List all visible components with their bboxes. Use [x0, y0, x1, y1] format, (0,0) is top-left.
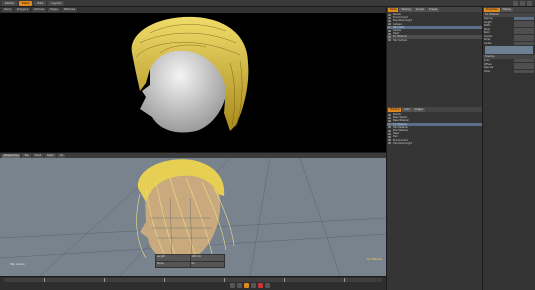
property-field[interactable] [514, 66, 534, 70]
tab-right[interactable]: Right [45, 153, 56, 158]
timeline-tick [164, 278, 165, 282]
tab-uv[interactable]: UV [57, 153, 66, 158]
visibility-icon[interactable] [388, 13, 391, 16]
tab-top[interactable]: Top [22, 153, 31, 158]
hud-label-length: Length [156, 255, 190, 261]
property-field[interactable] [514, 27, 534, 31]
visibility-icon[interactable] [388, 119, 391, 122]
visibility-icon[interactable] [388, 135, 391, 138]
tab-perspective[interactable]: Perspective [2, 153, 21, 158]
tab-display[interactable]: Display [500, 7, 514, 12]
property-field[interactable] [514, 24, 534, 28]
timeline-tick [284, 278, 285, 282]
outliner-column: Items Shading Groups Images Render Envir… [386, 7, 483, 290]
color-swatch[interactable] [485, 46, 533, 54]
menu-item-edit[interactable]: Edit [34, 0, 47, 6]
menu-item-model[interactable]: Model [2, 0, 18, 6]
visibility-icon[interactable] [388, 132, 391, 135]
property-field[interactable] [514, 31, 534, 35]
first-frame-icon[interactable] [230, 283, 235, 288]
render-viewport[interactable] [0, 13, 386, 152]
timeline-tick [44, 278, 45, 282]
minimize-icon[interactable] [513, 1, 518, 6]
perspective-viewport[interactable]: Hair Guides Fur Material Length 100 mm S… [0, 158, 386, 276]
window-controls [513, 1, 532, 6]
viewport-label: Hair Guides [10, 263, 25, 266]
property-field[interactable] [514, 34, 534, 38]
visibility-icon[interactable] [388, 16, 391, 19]
menu-item-layout[interactable]: Layout [48, 0, 65, 6]
visibility-icon[interactable] [388, 142, 391, 145]
properties-column: Properties Display Fur Material Spacing … [482, 7, 535, 290]
timeline-tick [344, 278, 345, 282]
visibility-icon[interactable] [388, 29, 391, 32]
last-frame-icon[interactable] [265, 283, 270, 288]
timeline [0, 276, 386, 290]
timeline-tick [224, 278, 225, 282]
tab-groups[interactable]: Groups [413, 7, 426, 12]
next-frame-icon[interactable] [251, 283, 256, 288]
playback-controls [230, 283, 270, 288]
tab-properties[interactable]: Properties [484, 7, 500, 12]
close-icon[interactable] [527, 1, 532, 6]
property-field[interactable] [514, 59, 534, 63]
maximize-icon[interactable] [520, 1, 525, 6]
viewport-info: Fur Material [367, 258, 382, 261]
item-list: Render Environment Directional Light Cam… [387, 12, 482, 43]
render-preview [131, 16, 249, 133]
property-field[interactable] [514, 20, 534, 24]
visibility-icon[interactable] [388, 113, 391, 116]
hud-label-strips: Strips [156, 261, 190, 267]
tool-hud: Length 100 mm Strips On [155, 254, 225, 268]
property-field[interactable] [514, 17, 534, 21]
property-row: Guides [483, 42, 535, 46]
hud-value-strips[interactable]: On [190, 261, 224, 267]
mode-polygons[interactable]: Polygons [15, 8, 31, 12]
mode-vertices[interactable]: Vertices [32, 8, 47, 12]
visibility-icon[interactable] [388, 116, 391, 119]
tab-images[interactable]: Images [426, 7, 440, 12]
menu-item-paint[interactable]: Paint [19, 0, 33, 6]
mode-items[interactable]: Items [2, 8, 13, 12]
visibility-icon[interactable] [388, 32, 391, 35]
list-item[interactable]: Directional Light [387, 142, 483, 145]
property-field[interactable] [514, 41, 534, 45]
tab-shading[interactable]: Shading [399, 7, 413, 12]
visibility-icon[interactable] [388, 39, 391, 42]
timeline-tick [104, 278, 105, 282]
prev-frame-icon[interactable] [237, 283, 242, 288]
visibility-icon[interactable] [388, 129, 391, 132]
menubar: Model Paint Edit Layout [0, 0, 535, 7]
list-item[interactable]: Hair Surface [387, 39, 482, 42]
play-icon[interactable] [244, 283, 249, 288]
mode-materials[interactable]: Materials [61, 8, 78, 12]
tab-lists[interactable]: Lists [402, 107, 412, 112]
visibility-icon[interactable] [388, 35, 391, 38]
property-field[interactable] [514, 69, 534, 73]
tab-items[interactable]: Items [388, 7, 399, 12]
property-row: Gloss [483, 70, 535, 74]
shader-tree-panel: Shading Lists Images Render Base Shader … [387, 107, 483, 146]
properties-tabs: Properties Display [483, 7, 535, 12]
tab-front[interactable]: Front [32, 153, 44, 158]
mode-edges[interactable]: Edges [48, 8, 60, 12]
record-icon[interactable] [258, 283, 263, 288]
timeline-ruler[interactable] [4, 278, 382, 282]
hud-value-length[interactable]: 100 mm [190, 255, 224, 261]
visibility-icon[interactable] [388, 19, 391, 22]
property-field[interactable] [514, 62, 534, 66]
tab-images-tree[interactable]: Images [412, 107, 425, 112]
tab-shading-tree[interactable]: Shading [388, 107, 402, 112]
shader-list: Render Base Shader Base Material Fur Mat… [387, 112, 483, 146]
property-field[interactable] [514, 38, 534, 42]
